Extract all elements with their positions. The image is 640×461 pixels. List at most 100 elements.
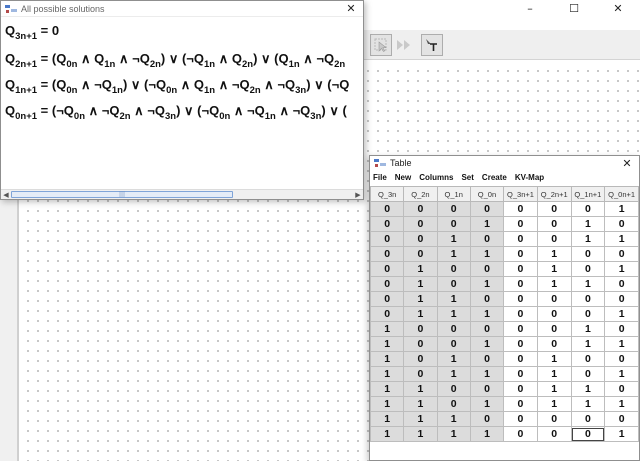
output-cell[interactable]: 0 bbox=[570, 351, 606, 367]
output-cell[interactable]: 0 bbox=[503, 411, 538, 427]
column-header[interactable]: Q_2n bbox=[403, 186, 438, 202]
output-cell[interactable]: 1 bbox=[570, 396, 606, 412]
menu-create[interactable]: Create bbox=[482, 173, 512, 182]
output-cell[interactable]: 1 bbox=[604, 306, 639, 322]
output-cell[interactable]: 0 bbox=[604, 291, 639, 307]
menu-columns[interactable]: Columns bbox=[419, 173, 458, 182]
output-cell[interactable]: 0 bbox=[503, 426, 538, 442]
table-close-button[interactable]: ✕ bbox=[615, 157, 639, 170]
menu-file[interactable]: File bbox=[373, 173, 392, 182]
select-arrow-button[interactable] bbox=[370, 34, 392, 56]
output-cell[interactable]: 1 bbox=[604, 336, 639, 352]
output-cell[interactable]: 1 bbox=[536, 351, 572, 367]
output-cell[interactable]: 0 bbox=[604, 411, 639, 427]
menu-new[interactable]: New bbox=[395, 173, 416, 182]
output-cell[interactable]: 0 bbox=[570, 411, 606, 427]
scroll-left-icon[interactable]: ◀ bbox=[1, 190, 11, 200]
equation-term: = (¬Q bbox=[37, 103, 74, 118]
output-cell[interactable]: 1 bbox=[536, 381, 572, 397]
menu-set[interactable]: Set bbox=[461, 173, 478, 182]
output-cell[interactable]: 0 bbox=[536, 321, 572, 337]
output-cell[interactable]: 0 bbox=[570, 201, 606, 217]
output-cell[interactable]: 0 bbox=[536, 336, 572, 352]
output-cell[interactable]: 0 bbox=[503, 231, 538, 247]
column-header[interactable]: Q_3n bbox=[369, 186, 405, 202]
output-cell[interactable]: 1 bbox=[604, 261, 639, 277]
output-cell[interactable]: 0 bbox=[570, 366, 606, 382]
output-cell[interactable]: 0 bbox=[604, 321, 639, 337]
output-cell[interactable]: 1 bbox=[570, 216, 606, 232]
output-cell[interactable]: 1 bbox=[536, 366, 572, 382]
output-cell[interactable]: 1 bbox=[604, 231, 639, 247]
output-cell[interactable]: 1 bbox=[604, 366, 639, 382]
output-cell[interactable]: 0 bbox=[604, 246, 639, 262]
output-cell[interactable]: 0 bbox=[536, 426, 572, 442]
output-cell[interactable]: 1 bbox=[604, 201, 639, 217]
scroll-right-icon[interactable]: ▶ bbox=[353, 190, 363, 200]
output-cell[interactable]: 1 bbox=[570, 336, 606, 352]
output-cell[interactable]: 0 bbox=[604, 276, 639, 292]
output-cell[interactable]: 0 bbox=[503, 246, 538, 262]
column-header[interactable]: Q_3n+1 bbox=[503, 186, 538, 202]
input-cell: 0 bbox=[403, 351, 438, 367]
output-cell[interactable]: 0 bbox=[503, 261, 538, 277]
output-cell[interactable]: 0 bbox=[503, 321, 538, 337]
output-cell[interactable]: 0 bbox=[570, 426, 606, 442]
output-cell[interactable]: 1 bbox=[604, 396, 639, 412]
column-header[interactable]: Q_0n+1 bbox=[604, 186, 639, 202]
output-cell[interactable]: 1 bbox=[536, 396, 572, 412]
column-header[interactable]: Q_1n bbox=[436, 186, 471, 202]
column-header[interactable]: Q_0n bbox=[469, 186, 505, 202]
output-cell[interactable]: 1 bbox=[570, 381, 606, 397]
output-cell[interactable]: 0 bbox=[503, 381, 538, 397]
output-cell[interactable]: 1 bbox=[570, 276, 606, 292]
output-cell[interactable]: 0 bbox=[570, 291, 606, 307]
output-cell[interactable]: 1 bbox=[536, 276, 572, 292]
output-cell[interactable]: 0 bbox=[536, 201, 572, 217]
output-cell[interactable]: 0 bbox=[503, 366, 538, 382]
output-cell[interactable]: 1 bbox=[604, 426, 639, 442]
output-cell[interactable]: 0 bbox=[604, 381, 639, 397]
output-cell[interactable]: 0 bbox=[536, 411, 572, 427]
output-cell[interactable]: 0 bbox=[604, 216, 639, 232]
solutions-close-button[interactable]: ✕ bbox=[339, 2, 363, 15]
equation-term: ∧ ¬Q bbox=[230, 103, 265, 118]
column-header[interactable]: Q_1n+1 bbox=[570, 186, 606, 202]
output-cell[interactable]: 0 bbox=[570, 306, 606, 322]
output-cell[interactable]: 1 bbox=[536, 246, 572, 262]
equation-term: ∧ Q bbox=[215, 51, 242, 66]
maximize-button[interactable]: ☐ bbox=[552, 0, 596, 16]
output-cell[interactable]: 1 bbox=[536, 261, 572, 277]
output-cell[interactable]: 0 bbox=[570, 246, 606, 262]
output-cell[interactable]: 1 bbox=[570, 231, 606, 247]
output-cell[interactable]: 0 bbox=[503, 306, 538, 322]
output-cell[interactable]: 0 bbox=[604, 351, 639, 367]
minimize-button[interactable]: – bbox=[508, 0, 552, 16]
table-row: 00000001 bbox=[369, 201, 639, 217]
output-cell[interactable]: 0 bbox=[503, 336, 538, 352]
output-cell[interactable]: 0 bbox=[536, 231, 572, 247]
output-cell[interactable]: 0 bbox=[503, 291, 538, 307]
output-cell[interactable]: 0 bbox=[503, 216, 538, 232]
close-button[interactable]: ✕ bbox=[596, 0, 640, 16]
output-cell[interactable]: 0 bbox=[503, 396, 538, 412]
text-tool-button[interactable] bbox=[421, 34, 443, 56]
menu-kv-map[interactable]: KV-Map bbox=[515, 173, 549, 182]
table-titlebar[interactable]: Table ✕ bbox=[370, 156, 639, 170]
output-cell[interactable]: 0 bbox=[536, 306, 572, 322]
output-cell[interactable]: 1 bbox=[570, 321, 606, 337]
input-cell: 0 bbox=[369, 231, 405, 247]
column-header[interactable]: Q_2n+1 bbox=[536, 186, 572, 202]
output-cell[interactable]: 0 bbox=[536, 216, 572, 232]
equation-subscript: 1n bbox=[204, 85, 216, 96]
horizontal-scrollbar[interactable]: ◀ ||| ▶ bbox=[1, 189, 363, 199]
output-cell[interactable]: 0 bbox=[536, 291, 572, 307]
scrollbar-thumb[interactable]: ||| bbox=[11, 191, 233, 198]
fast-forward-button[interactable] bbox=[393, 34, 415, 56]
equation-term: ∧ ¬Q bbox=[130, 103, 165, 118]
output-cell[interactable]: 0 bbox=[503, 351, 538, 367]
output-cell[interactable]: 0 bbox=[503, 276, 538, 292]
solutions-titlebar[interactable]: All possible solutions ✕ bbox=[1, 1, 363, 17]
output-cell[interactable]: 0 bbox=[503, 201, 538, 217]
output-cell[interactable]: 0 bbox=[570, 261, 606, 277]
